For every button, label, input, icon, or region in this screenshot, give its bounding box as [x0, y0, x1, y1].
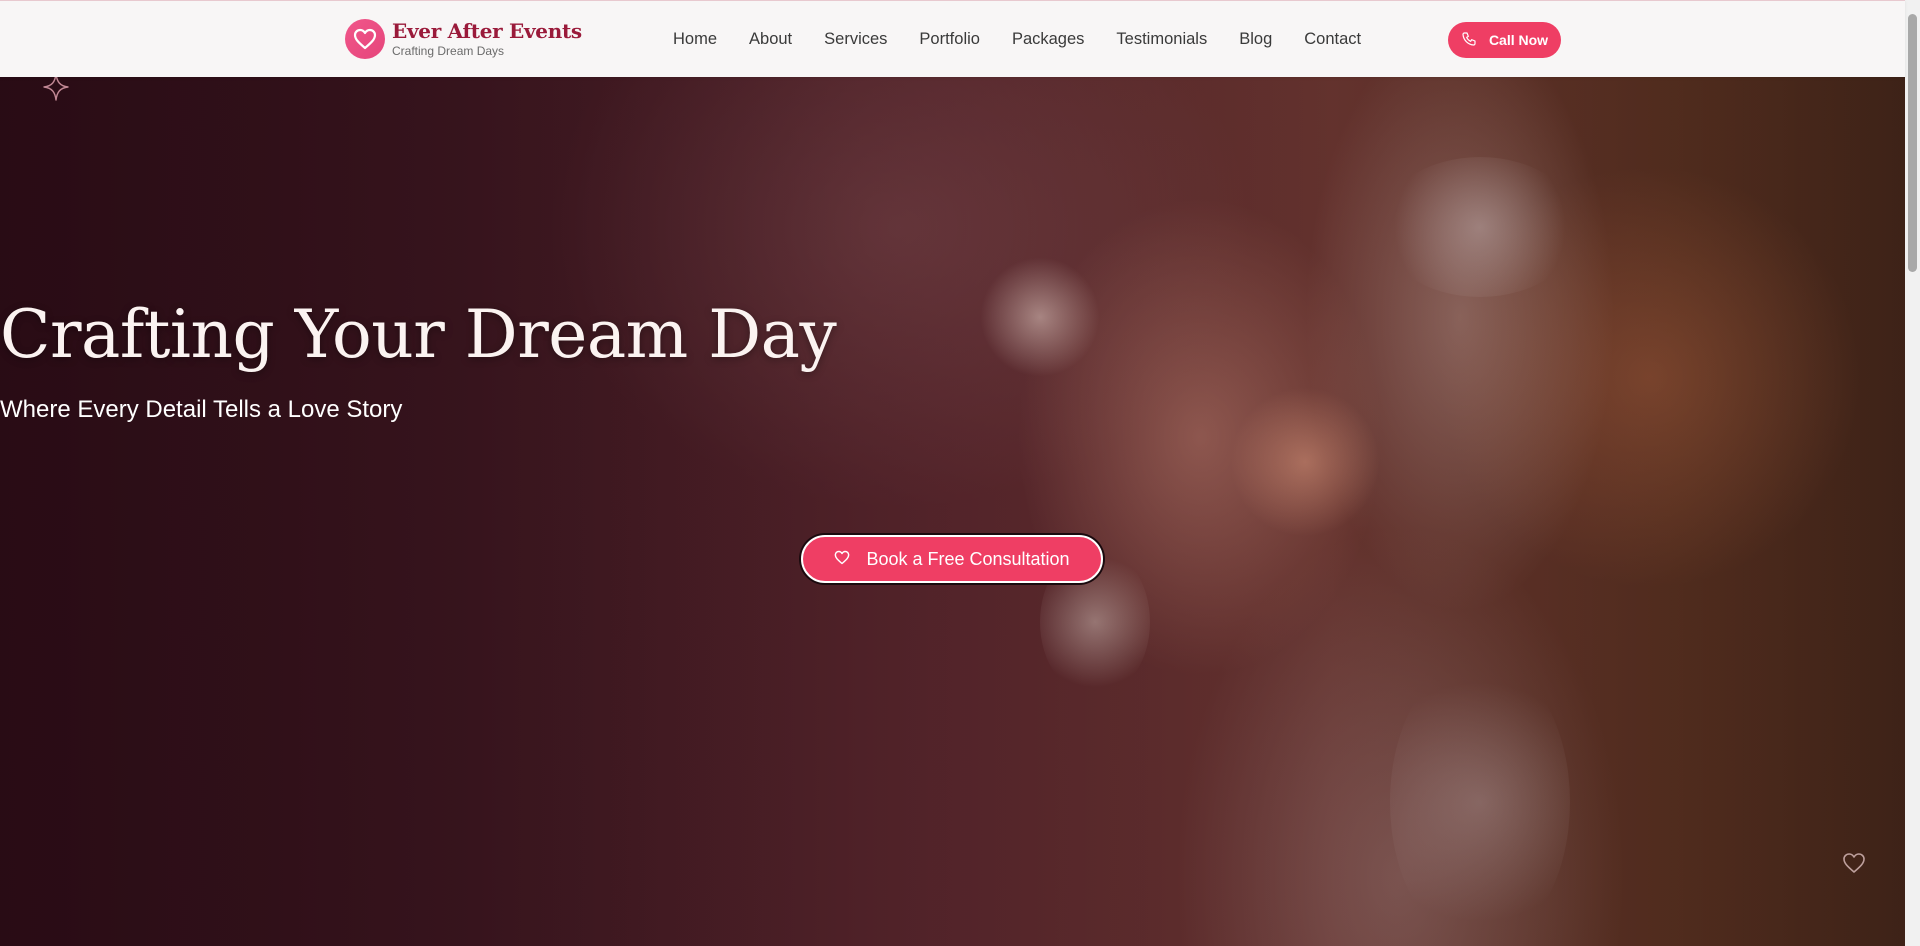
nav-about[interactable]: About: [749, 29, 792, 49]
call-now-button[interactable]: Call Now: [1448, 22, 1561, 58]
book-consultation-button[interactable]: Book a Free Consultation: [801, 535, 1103, 583]
heart-icon: [834, 549, 850, 570]
nav-packages[interactable]: Packages: [1012, 29, 1084, 49]
brand-tagline: Crafting Dream Days: [392, 44, 505, 58]
hero-section: [0, 77, 1905, 946]
sparkle-icon: [40, 72, 72, 109]
hero-overlay: [0, 77, 1905, 946]
phone-icon: [1461, 31, 1477, 50]
nav-blog[interactable]: Blog: [1239, 29, 1272, 49]
call-now-label: Call Now: [1488, 32, 1549, 48]
nav-contact[interactable]: Contact: [1304, 29, 1361, 49]
nav-services[interactable]: Services: [824, 29, 887, 49]
heart-icon: [345, 19, 385, 59]
page-scrollbar[interactable]: [1905, 0, 1920, 946]
logo[interactable]: Ever After Events Crafting Dream Days: [345, 19, 582, 59]
scrollbar-thumb[interactable]: [1908, 14, 1917, 272]
main-nav: Home About Services Portfolio Packages T…: [673, 29, 1361, 49]
nav-home[interactable]: Home: [673, 29, 717, 49]
nav-portfolio[interactable]: Portfolio: [919, 29, 980, 49]
hero-title: Crafting Your Dream Day: [0, 296, 837, 373]
hero-subtitle: Where Every Detail Tells a Love Story: [0, 396, 403, 423]
book-consultation-label: Book a Free Consultation: [866, 548, 1070, 569]
brand-name: Ever After Events: [392, 19, 582, 43]
nav-testimonials[interactable]: Testimonials: [1116, 29, 1207, 49]
heart-icon: [1842, 852, 1866, 879]
site-header: Ever After Events Crafting Dream Days Ho…: [0, 0, 1905, 77]
